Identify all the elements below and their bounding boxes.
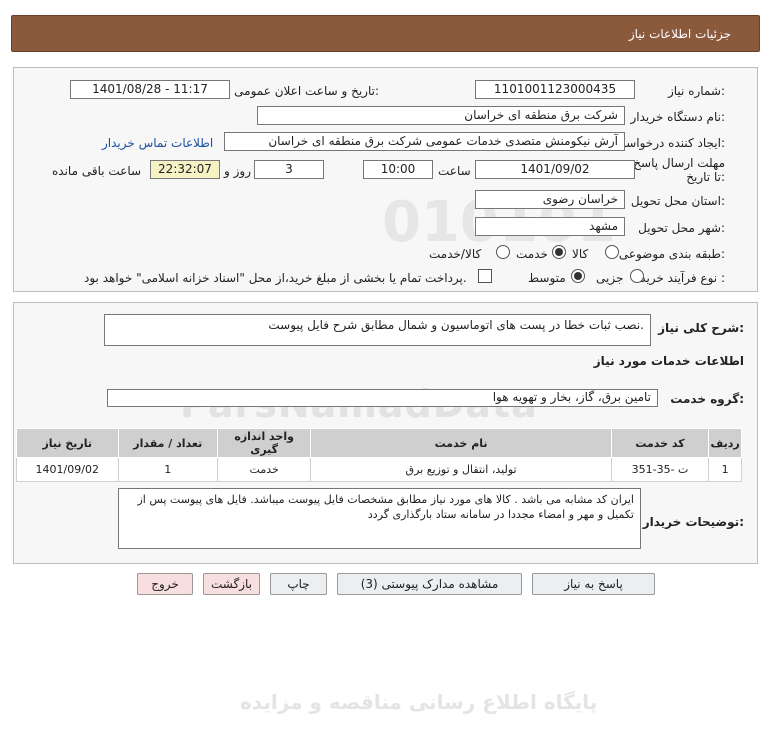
need-number-field: 1101001123000435 bbox=[475, 80, 635, 99]
process-label: نوع فرآیند خرید : bbox=[640, 271, 725, 285]
remaining-label: ساعت باقی مانده bbox=[52, 164, 142, 178]
category-radio-goods-service[interactable] bbox=[496, 245, 510, 259]
need-info-panel: 010101 شماره نیاز: 1101001123000435 تاری… bbox=[13, 67, 758, 292]
reply-button[interactable]: پاسخ به نیاز bbox=[532, 573, 655, 595]
category-radio-goods[interactable] bbox=[605, 245, 619, 259]
cell-unit: خدمت bbox=[216, 457, 312, 482]
category-option-goods-service: کالا/خدمت bbox=[429, 247, 482, 261]
cell-service-code: ت -35-351 bbox=[610, 457, 710, 482]
watermark-tagline-2: پایگاه اطلاع رسانی مناقصه و مزایده bbox=[240, 690, 598, 714]
category-option-service: خدمت bbox=[516, 247, 548, 261]
col-row: ردیف bbox=[708, 428, 742, 458]
exit-button[interactable]: خروج bbox=[137, 573, 193, 595]
cell-service-name: تولید، انتقال و توزیع برق bbox=[310, 457, 612, 482]
process-radio-minor[interactable] bbox=[630, 269, 644, 283]
process-radio-medium[interactable] bbox=[571, 269, 585, 283]
city-label: شهر محل تحویل: bbox=[638, 221, 725, 235]
buyer-notes-label: توضیحات خریدار: bbox=[642, 515, 744, 529]
days-field: 3 bbox=[254, 160, 324, 179]
deadline-time-label: ساعت bbox=[438, 164, 471, 178]
province-field: خراسان رضوی bbox=[475, 190, 625, 209]
category-option-goods: کالا bbox=[572, 247, 589, 261]
announce-label: تاریخ و ساعت اعلان عمومی: bbox=[234, 84, 379, 98]
col-service-code: کد خدمت bbox=[610, 428, 710, 458]
province-label: استان محل تحویل: bbox=[630, 194, 725, 208]
col-date: تاریخ نیاز bbox=[16, 428, 119, 458]
process-option-medium: متوسط bbox=[528, 271, 566, 285]
days-label: روز و bbox=[224, 164, 251, 178]
services-heading: اطلاعات خدمات مورد نیاز bbox=[593, 354, 744, 368]
deadline-time-field: 10:00 bbox=[363, 160, 433, 179]
remaining-time-field: 22:32:07 bbox=[150, 160, 220, 179]
view-attachments-button[interactable]: مشاهده مدارک پیوستی (3) bbox=[337, 573, 522, 595]
col-unit: واحد اندازه گیری bbox=[216, 428, 312, 458]
cell-quantity: 1 bbox=[117, 457, 218, 482]
page-title: جزئیات اطلاعات نیاز bbox=[628, 27, 731, 41]
table-row: 1401/09/02 1 خدمت تولید، انتقال و توزیع … bbox=[16, 457, 742, 482]
creator-label: ایجاد کننده درخواست: bbox=[614, 136, 725, 150]
city-field: مشهد bbox=[475, 217, 625, 236]
announce-field: 1401/08/28 - 11:17 bbox=[70, 80, 230, 99]
services-table: تاریخ نیاز تعداد / مقدار واحد اندازه گیر… bbox=[16, 428, 742, 482]
service-group-label: گروه خدمت: bbox=[670, 392, 744, 406]
back-button[interactable]: بازگشت bbox=[203, 573, 260, 595]
service-group-field: تامین برق، گاز، بخار و تهویه هوا bbox=[107, 389, 658, 407]
col-quantity: تعداد / مقدار bbox=[117, 428, 218, 458]
cell-row: 1 bbox=[708, 457, 742, 482]
category-label: طبقه بندی موضوعی: bbox=[618, 247, 725, 261]
buyer-notes-field: ایران کد مشابه می باشد . کالا های مورد ن… bbox=[118, 488, 641, 549]
creator-field: آرش نیکومنش متصدی خدمات عمومی شرکت برق م… bbox=[224, 132, 625, 151]
category-radio-service[interactable] bbox=[552, 245, 566, 259]
need-number-label: شماره نیاز: bbox=[667, 84, 725, 98]
deadline-label: مهلت ارسال پاسخ: تا تاریخ: bbox=[629, 156, 725, 184]
buyer-org-label: نام دستگاه خریدار: bbox=[630, 110, 726, 124]
process-option-minor: جزیی bbox=[596, 271, 624, 285]
deadline-date-field: 1401/09/02 bbox=[475, 160, 635, 179]
print-button[interactable]: چاپ bbox=[270, 573, 327, 595]
treasury-payment-note: پرداخت تمام یا بخشی از مبلغ خرید،از محل … bbox=[84, 271, 467, 285]
summary-label: شرح کلی نیاز: bbox=[658, 321, 744, 335]
buyer-contact-link[interactable]: اطلاعات تماس خریدار bbox=[102, 136, 213, 150]
summary-field: نصب ثبات خطا در پست های اتوماسیون و شمال… bbox=[104, 314, 651, 346]
col-service-name: نام خدمت bbox=[310, 428, 612, 458]
services-table-header: تاریخ نیاز تعداد / مقدار واحد اندازه گیر… bbox=[16, 428, 742, 458]
buyer-org-field: شرکت برق منطقه ای خراسان bbox=[257, 106, 625, 125]
page-header: جزئیات اطلاعات نیاز bbox=[11, 15, 760, 52]
cell-date: 1401/09/02 bbox=[16, 457, 119, 482]
treasury-payment-checkbox[interactable] bbox=[478, 269, 492, 283]
